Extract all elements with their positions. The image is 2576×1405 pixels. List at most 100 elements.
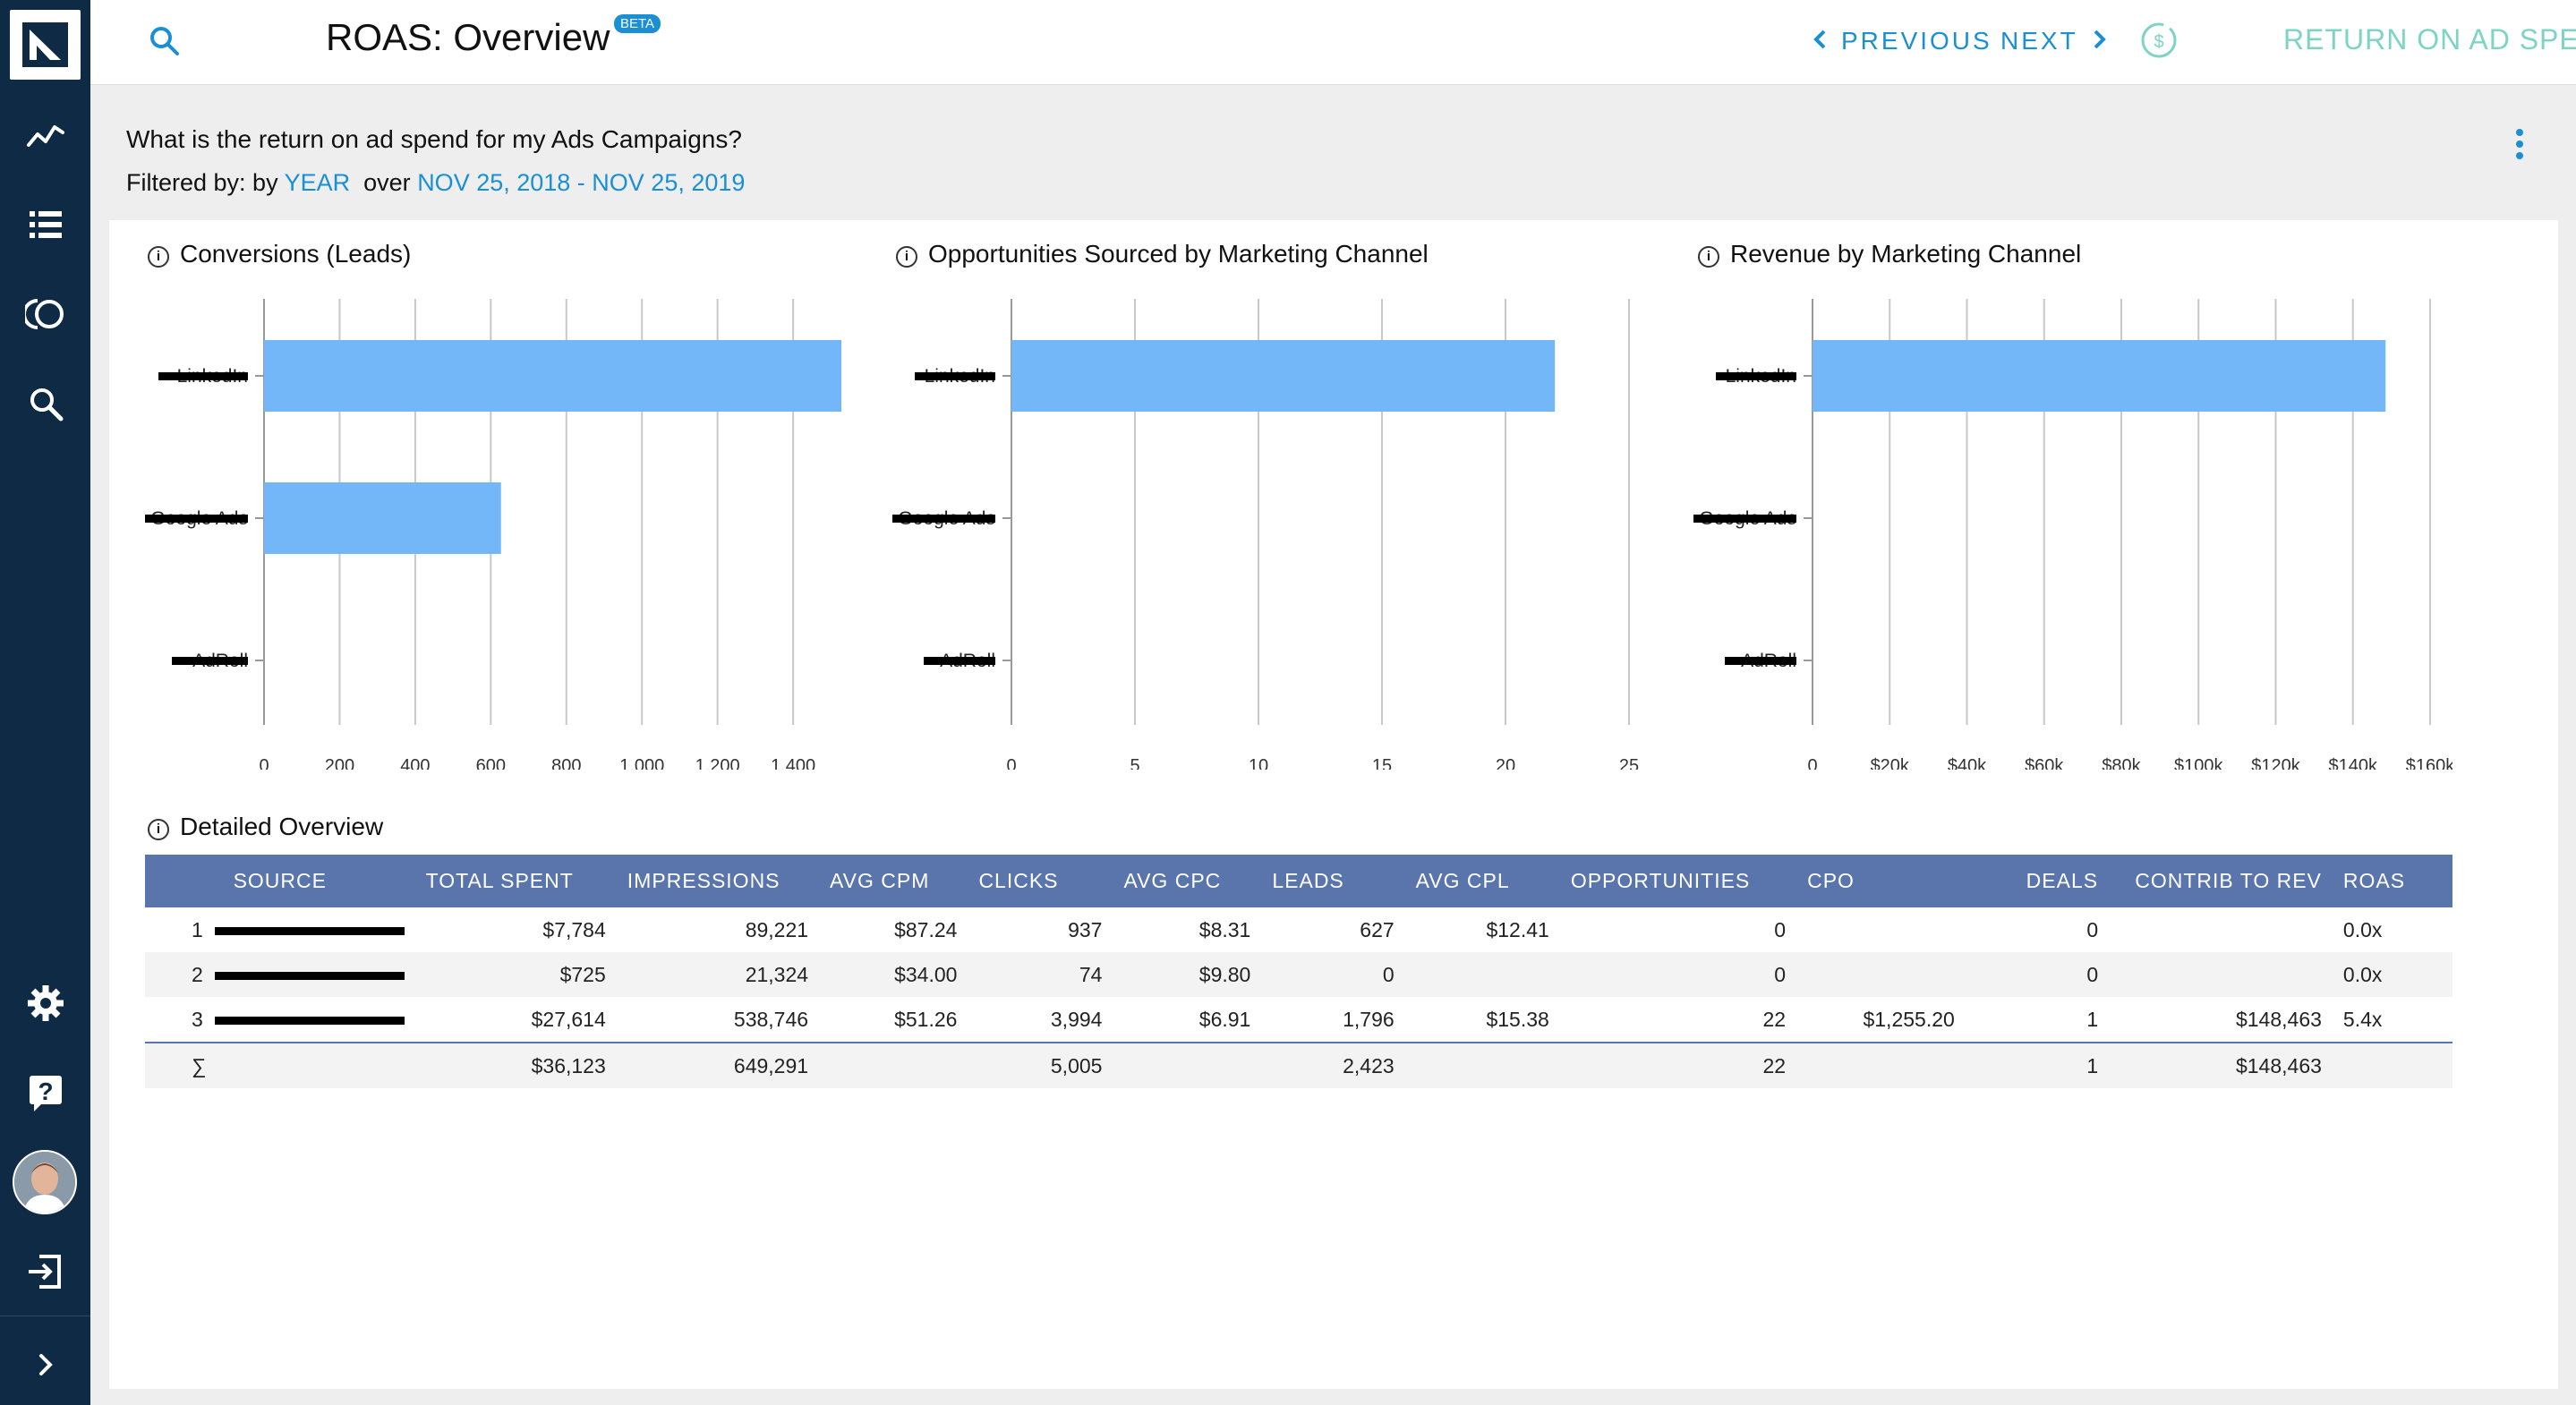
table-header-row: SOURCE TOTAL SPENT IMPRESSIONS AVG CPM C… (145, 855, 2452, 907)
filter-summary: Filtered by: by YEAR over NOV 25, 2018 -… (126, 169, 745, 197)
info-icon[interactable]: i (896, 246, 917, 268)
app-logo[interactable] (10, 10, 81, 80)
logout-icon[interactable] (25, 1251, 66, 1292)
avg-cpc-cell: $8.31 (1198, 917, 1251, 941)
previous-label: PREVIOUS (1841, 27, 1992, 55)
cpo-cell: $1,255.20 (1863, 1007, 1955, 1031)
table-total-row: ∑ $36,123 649,291 5,005 2,423 22 1 $148,… (145, 1042, 2452, 1088)
revenue-chart: 0$20k$40k$60k$80k$100k$120k$140k$160kLin… (1693, 299, 2452, 770)
impressions-cell: 649,291 (616, 1042, 820, 1088)
cpo-cell (1796, 1042, 1966, 1088)
table-row[interactable]: 1 $7,784 89,221 $87.24 937 $8.31 627 $12… (145, 907, 2452, 952)
previous-button[interactable]: PREVIOUS (1811, 27, 1992, 55)
avg-cpm-cell: $51.26 (894, 1007, 958, 1031)
avg-cpl-cell (1404, 1042, 1560, 1088)
dashboard-question: What is the return on ad spend for my Ad… (126, 125, 742, 153)
row-number: 3 (192, 1007, 203, 1031)
x-tick-label: $100k (2174, 756, 2223, 770)
logo-icon (22, 22, 68, 67)
chart-title-opportunities: i Opportunities Sourced by Marketing Chan… (896, 240, 1429, 268)
lens-icon[interactable] (25, 294, 66, 335)
column-header-avg-cpm[interactable]: AVG CPM (819, 855, 968, 907)
dashboard-selector-label: RETURN ON AD SPEND (2283, 23, 2576, 55)
next-button[interactable]: NEXT (2000, 27, 2109, 55)
filter-period-link[interactable]: YEAR (285, 169, 351, 196)
column-header-impressions[interactable]: IMPRESSIONS (616, 855, 820, 907)
roas-cell: 0.0x (2332, 952, 2452, 997)
total-spent-cell: $36,123 (414, 1042, 617, 1088)
column-header-clicks[interactable]: CLICKS (968, 855, 1113, 907)
contrib-cell: $148,463 (2109, 1042, 2333, 1088)
column-header-total-spent[interactable]: TOTAL SPENT (414, 855, 617, 907)
x-tick-label: $80k (2102, 756, 2141, 770)
bar[interactable] (264, 482, 501, 554)
beta-badge: BETA (614, 14, 661, 33)
impressions-cell: 538,746 (733, 1007, 809, 1031)
x-tick-label: 600 (476, 756, 506, 770)
detailed-overview-table: SOURCE TOTAL SPENT IMPRESSIONS AVG CPM C… (145, 855, 2452, 1088)
more-options-icon[interactable] (2512, 127, 2528, 161)
x-tick-label: $60k (2025, 756, 2064, 770)
list-icon[interactable] (25, 204, 66, 245)
info-icon[interactable]: i (148, 819, 169, 840)
cpo-cell (1796, 907, 1966, 952)
column-header-source[interactable]: SOURCE (145, 855, 415, 907)
avg-cpc-cell: $6.91 (1198, 1007, 1251, 1031)
x-tick-label: 200 (325, 756, 354, 770)
x-tick-label: $120k (2251, 756, 2300, 770)
source-cell: 1 (145, 907, 415, 952)
x-tick-label: 5 (1130, 756, 1139, 770)
opportunities-cell: 22 (1559, 1042, 1797, 1088)
x-tick-label: $40k (1948, 756, 1987, 770)
filter-date-range-link[interactable]: NOV 25, 2018 - NOV 25, 2019 (417, 169, 745, 196)
x-tick-label: 1,200 (695, 756, 740, 770)
bar[interactable] (264, 340, 841, 412)
column-header-leads[interactable]: LEADS (1261, 855, 1405, 907)
column-header-deals[interactable]: DEALS (1965, 855, 2110, 907)
redacted-source (214, 926, 405, 935)
total-spent-cell: $725 (414, 952, 617, 997)
deals-cell: 0 (1965, 952, 2110, 997)
table-row[interactable]: 2 $725 21,324 $34.00 74 $9.80 0 0 0 0.0x (145, 952, 2452, 997)
chevron-right-icon[interactable] (25, 1344, 66, 1385)
total-spent-cell: $27,614 (531, 1007, 606, 1031)
search-icon[interactable] (25, 383, 66, 424)
chart-title-revenue: i Revenue by Marketing Channel (1698, 240, 2081, 268)
page-title: ROAS: Overview (326, 16, 610, 58)
gear-icon[interactable] (25, 983, 66, 1024)
top-bar: ROAS: Overview BETA PREVIOUS NEXT $ RETU… (90, 0, 2576, 85)
redaction-mark (158, 372, 248, 380)
chevron-left-icon (1813, 30, 1826, 49)
trend-icon[interactable] (25, 115, 66, 156)
info-icon[interactable]: i (1698, 246, 1719, 268)
search-icon[interactable] (147, 23, 183, 59)
help-icon[interactable]: ? (25, 1072, 66, 1113)
column-header-contrib-to-rev[interactable]: CONTRIB TO REV (2109, 855, 2333, 907)
table-title: i Detailed Overview (148, 813, 383, 841)
leads-cell: 1,796 (1343, 1007, 1395, 1031)
column-header-avg-cpl[interactable]: AVG CPL (1404, 855, 1560, 907)
x-tick-label: 400 (400, 756, 430, 770)
dashboard-selector[interactable]: RETURN ON AD SPEND (2283, 23, 2576, 56)
roas-cell: 5.4x (2342, 1007, 2383, 1031)
column-header-cpo[interactable]: CPO (1796, 855, 1966, 907)
opportunities-cell: 0 (1774, 917, 1787, 941)
table-row[interactable]: 3 $27,614 538,746 $51.26 3,994 $6.91 1,7… (145, 997, 2452, 1043)
column-header-avg-cpc[interactable]: AVG CPC (1113, 855, 1262, 907)
x-tick-label: 1,000 (619, 756, 664, 770)
column-header-roas[interactable]: ROAS (2332, 855, 2452, 907)
info-icon[interactable]: i (148, 246, 169, 268)
bar[interactable] (1011, 340, 1556, 412)
bar[interactable] (1813, 340, 2386, 412)
avg-cpm-cell (819, 1042, 968, 1088)
avg-cpl-cell (1404, 952, 1560, 997)
column-header-opportunities[interactable]: OPPORTUNITIES (1559, 855, 1797, 907)
opportunities-chart: 0510152025LinkedInGoogle AdsAdRoll (892, 299, 1639, 770)
deals-cell: 0 (2086, 917, 2099, 941)
impressions-cell: 21,324 (616, 952, 820, 997)
filter-prefix: Filtered by: by (126, 169, 278, 196)
leads-cell: 627 (1360, 917, 1395, 941)
avatar[interactable] (13, 1150, 77, 1214)
chart-title-text: Opportunities Sourced by Marketing Chann… (928, 240, 1429, 268)
chart-title-text: Conversions (Leads) (180, 240, 412, 268)
